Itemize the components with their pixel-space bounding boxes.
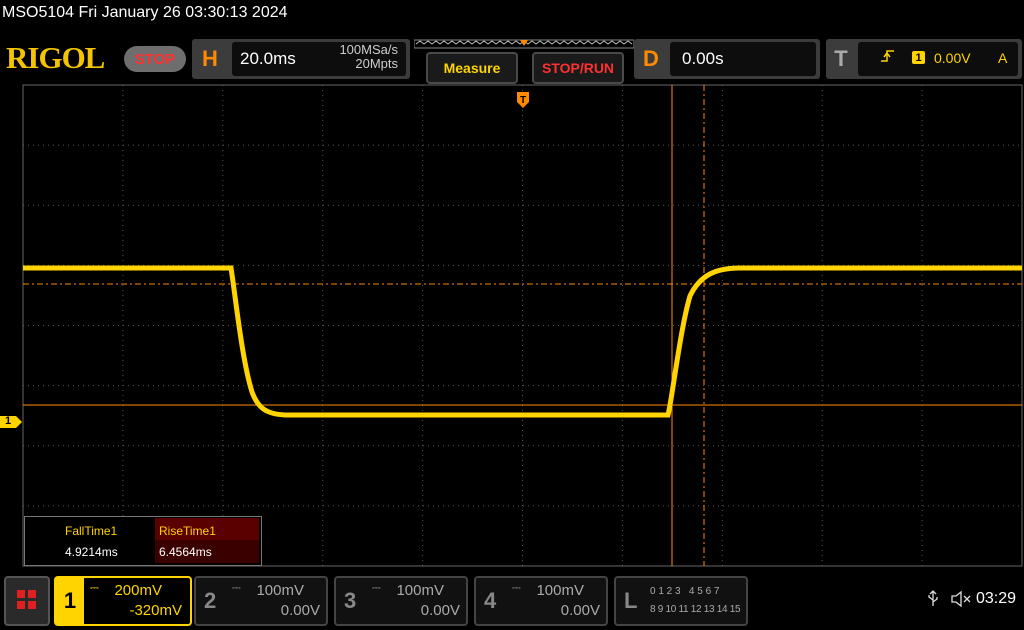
run-state-badge[interactable]: STOP: [124, 46, 186, 72]
horizontal-letter: H: [202, 46, 218, 71]
delay-value: 0.00s: [682, 49, 724, 68]
memory-depth: 20Mpts: [355, 56, 398, 71]
logic-row-2: 8 9 10 11 12 13 14 15: [650, 604, 741, 615]
channel-3-box[interactable]: 3 ⎓ 100mV 0.00V: [334, 576, 468, 626]
channel-1-offset: -320mV: [129, 602, 182, 619]
home-menu-button[interactable]: [4, 576, 50, 626]
logic-letter: L: [624, 588, 638, 613]
fall-time-value: 4.9214ms: [65, 545, 118, 559]
trigger-level: 0.00V: [934, 50, 971, 66]
system-clock: 03:29: [976, 590, 1017, 607]
trigger-position-marker-icon: T: [517, 92, 529, 108]
trigger-letter: T: [834, 46, 848, 71]
channel-3-number: 3: [344, 588, 357, 613]
rise-time-label: RiseTime1: [159, 524, 216, 538]
rigol-logo: RIGOL: [6, 40, 105, 75]
svg-text:T: T: [520, 95, 526, 106]
channel-1-number: 1: [56, 578, 84, 624]
graticule: [23, 85, 1022, 566]
channel-4-scale: 100mV: [536, 582, 584, 599]
channel-3-scale: 100mV: [396, 582, 444, 599]
logic-channels-box[interactable]: L 0 1 2 3 4 5 6 7 8 9 10 11 12 13 14 15: [614, 576, 748, 626]
channel-2-number: 2: [204, 588, 217, 613]
waveform-display[interactable]: T: [0, 84, 1024, 572]
channel-2-offset: 0.00V: [280, 602, 320, 619]
channel-4-number: 4: [484, 588, 497, 613]
channel-1-scale: 200mV: [114, 582, 162, 599]
channel-3-offset: 0.00V: [420, 602, 460, 619]
delay-letter: D: [643, 46, 659, 71]
channel-2-box[interactable]: 2 ⎓ 100mV 0.00V: [194, 576, 328, 626]
mute-icon[interactable]: [950, 590, 972, 608]
channel-4-box[interactable]: 4 ⎓ 100mV 0.00V: [474, 576, 608, 626]
measure-button[interactable]: Measure: [426, 52, 518, 84]
instrument-datetime: MSO5104 Fri January 26 03:30:13 2024: [2, 4, 288, 21]
sample-rate: 100MSa/s: [339, 42, 398, 57]
rise-time-value: 6.4564ms: [159, 545, 212, 559]
usb-icon: [928, 590, 938, 606]
horizontal-position-bar: [414, 39, 634, 49]
trigger-source-badge: 1: [912, 51, 925, 64]
trigger-mode: A: [998, 50, 1008, 66]
acquisition-info: 100MSa/s 20Mpts: [318, 43, 398, 71]
rising-edge-icon: [881, 50, 894, 62]
fall-time-label: FallTime1: [65, 524, 118, 538]
channel-4-offset: 0.00V: [560, 602, 600, 619]
grid-menu-icon: [17, 590, 36, 609]
stop-run-button[interactable]: STOP/RUN: [532, 52, 624, 84]
channel-2-scale: 100mV: [256, 582, 304, 599]
timebase-value: 20.0ms: [240, 49, 296, 68]
ch1-marker-label: 1: [5, 415, 12, 427]
logic-row-1: 0 1 2 3 4 5 6 7: [650, 586, 720, 597]
channel-1-box[interactable]: 1 ⎓ 200mV -320mV: [54, 576, 192, 626]
measurement-panel[interactable]: FallTime1 4.9214ms RiseTime1 6.4564ms: [24, 516, 262, 566]
